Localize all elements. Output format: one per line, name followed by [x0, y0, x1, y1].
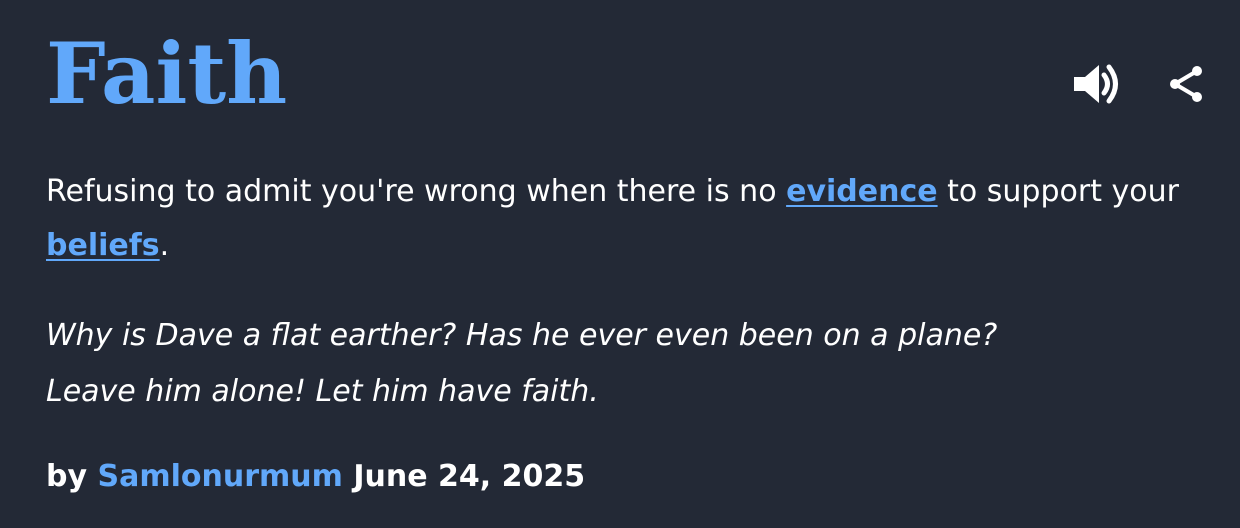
- definition-text-part: Refusing to admit you're wrong when ther…: [46, 174, 787, 209]
- contributor-line: by Samlonurmum June 24, 2025: [46, 455, 585, 499]
- word-title[interactable]: Faith: [46, 32, 287, 116]
- entry-date: June 24, 2025: [353, 459, 586, 494]
- definition-text-part: .: [159, 228, 170, 263]
- definition-link-beliefs[interactable]: beliefs: [46, 228, 160, 263]
- by-label: by: [46, 459, 88, 494]
- example-line: Why is Dave a flat earther? Has he ever …: [46, 318, 998, 353]
- example-line: Leave him alone! Let him have faith.: [46, 374, 599, 409]
- definition-link-evidence[interactable]: evidence: [786, 174, 938, 209]
- definition-text: Refusing to admit you're wrong when ther…: [46, 165, 1186, 273]
- entry-actions: [1070, 60, 1206, 108]
- author-link[interactable]: Samlonurmum: [97, 459, 342, 494]
- definition-text-part: to support your: [937, 174, 1179, 209]
- speaker-volume-icon[interactable]: [1070, 60, 1122, 108]
- definition-card: Faith Refusing to admit you're wrong whe…: [0, 0, 1240, 528]
- share-icon[interactable]: [1166, 62, 1206, 106]
- example-text: Why is Dave a flat earther? Has he ever …: [46, 308, 1186, 420]
